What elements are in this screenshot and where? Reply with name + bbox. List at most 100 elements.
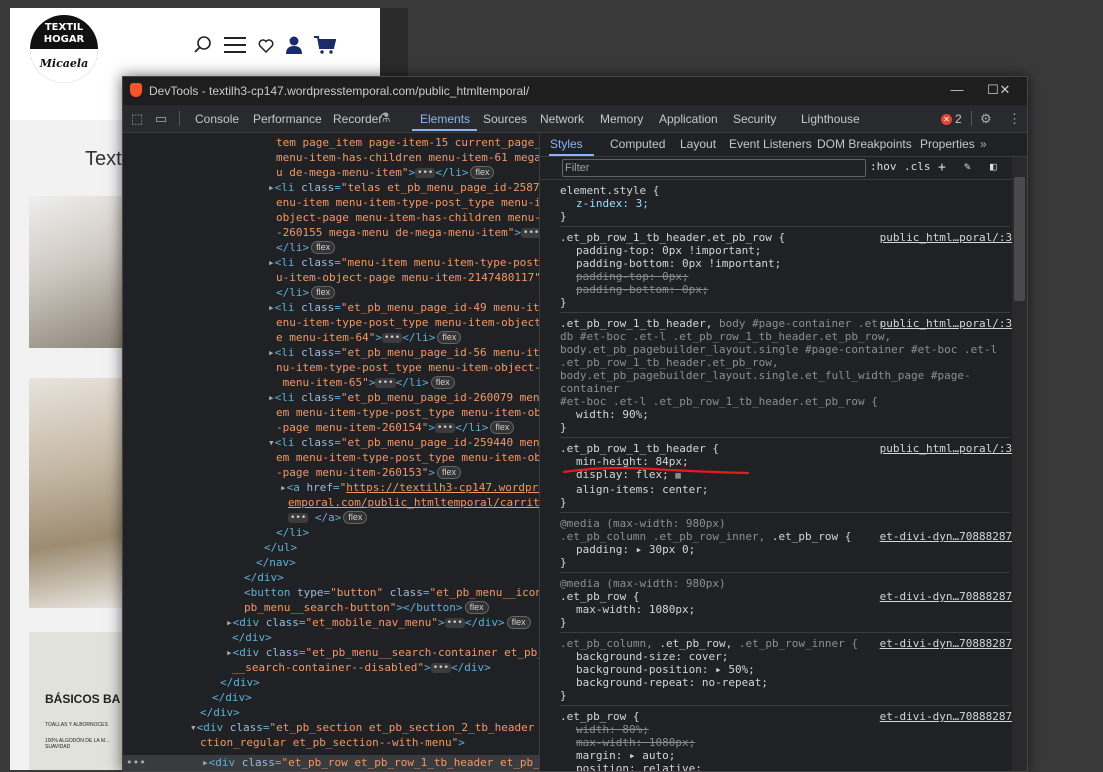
hov-toggle[interactable]: :hov (870, 160, 897, 173)
dom-node[interactable]: ▸<li class="menu-item menu-item-type-pos… (268, 255, 539, 270)
style-declaration[interactable]: padding: ▸ 30px 0; (560, 543, 1010, 556)
tab-network[interactable]: Network (540, 112, 584, 126)
tab-properties[interactable]: Properties (920, 137, 975, 151)
dom-node[interactable]: ▾<div class="et_pb_section et_pb_section… (190, 720, 539, 735)
styles-tab-underline (549, 154, 594, 156)
tab-elements[interactable]: Elements (420, 112, 470, 126)
inspect-element-icon[interactable]: ⬚ (131, 111, 143, 127)
recorder-flask-icon: ⚗ (379, 110, 391, 125)
style-rule-element[interactable]: element.style { z-index: 3; } (560, 180, 1010, 227)
brave-logo-icon (130, 83, 142, 97)
style-rule[interactable]: @media (max-width: 980px) .et_pb_row { e… (560, 573, 1027, 633)
toggle-sidebar-icon[interactable]: ◧ (990, 160, 997, 173)
promo-line-2: 100% ALGODÓN DE LA M... SUAVIDAD (45, 738, 110, 750)
style-rule[interactable]: @media (max-width: 980px) .et_pb_column … (560, 513, 1027, 573)
devtools-titlebar[interactable]: DevTools - textilh3-cp147.wordpresstempo… (123, 77, 1027, 105)
rule-source-link[interactable]: public_html…poral/:3834 (880, 231, 1027, 244)
tab-security[interactable]: Security (733, 112, 776, 126)
style-rule[interactable]: .et_pb_row { et-divi-dyn…708882871:1 wid… (560, 706, 1027, 771)
style-declaration[interactable]: max-width: 1080px; (560, 603, 1010, 616)
styles-scrollbar-thumb[interactable] (1014, 177, 1025, 301)
dom-node-link[interactable]: ▸<a href="https://textilh3-cp147.wordpre… (280, 480, 539, 495)
cls-toggle[interactable]: .cls (904, 160, 931, 173)
new-rule-plus-icon[interactable]: + (938, 160, 946, 175)
elements-dom-tree[interactable]: tem page_item page-item-15 current_page_… (123, 133, 539, 771)
tab-styles[interactable]: Styles (550, 137, 583, 151)
rule-source-link[interactable]: et-divi-dyn…708882871:1 (880, 637, 1027, 650)
tab-event-listeners[interactable]: Event Listeners (729, 137, 812, 151)
dom-node[interactable]: ▸<li class="et_pb_menu_page_id-260079 me… (268, 390, 539, 405)
device-toolbar-icon[interactable]: ▭ (155, 111, 167, 127)
product-image-2[interactable] (29, 378, 124, 608)
styles-panel: Styles Computed Layout Event Listeners D… (540, 133, 1027, 771)
style-declaration-overridden[interactable]: width: 80%; (560, 723, 1010, 736)
style-declaration-overridden[interactable]: padding-top: 0px; (560, 270, 1010, 283)
rule-source-link[interactable]: et-divi-dyn…708882871:1 (880, 590, 1027, 603)
style-declaration[interactable]: padding-bottom: 0px !important; (560, 257, 1010, 270)
product-image-1[interactable] (29, 196, 124, 348)
red-underline-annotation (562, 466, 750, 475)
more-options-icon[interactable]: ⋮ (1008, 111, 1021, 127)
close-icon[interactable]: ✕ (995, 81, 1015, 99)
tab-sources[interactable]: Sources (483, 112, 527, 126)
styles-rules-list: element.style { z-index: 3; } .et_pb_row… (560, 180, 1027, 771)
more-tabs-icon[interactable]: » (980, 137, 987, 151)
rule-source-link[interactable]: public_html…poral/:3834 (880, 317, 1027, 330)
error-icon[interactable]: ✕ (941, 114, 952, 125)
dom-node[interactable]: u de-mega-menu-item"> ••• </li> flex (276, 165, 495, 180)
style-declaration[interactable]: background-size: cover; (560, 650, 1010, 663)
styles-subtabs: Styles Computed Layout Event Listeners D… (540, 133, 1027, 157)
tab-layout[interactable]: Layout (680, 137, 716, 151)
tab-memory[interactable]: Memory (600, 112, 643, 126)
dom-node[interactable]: ▸<div class="et_mobile_nav_menu"> ••• </di… (226, 615, 531, 630)
tab-console[interactable]: Console (195, 112, 239, 126)
style-declaration-overridden[interactable]: padding-bottom: 0px; (560, 283, 1010, 296)
style-declaration-overridden[interactable]: max-width: 1080px; (560, 736, 1010, 749)
tab-application[interactable]: Application (659, 112, 718, 126)
heart-icon[interactable] (258, 38, 274, 57)
styles-filter-row: Filter :hov .cls + ✎ ◧ (540, 157, 1027, 180)
tab-dom-breakpoints[interactable]: DOM Breakpoints (817, 137, 912, 151)
style-declaration[interactable]: margin: ▸ auto; (560, 749, 1010, 762)
style-rule[interactable]: .et_pb_row_1_tb_header, body #page-conta… (560, 313, 1027, 438)
settings-gear-icon[interactable]: ⚙ (980, 111, 992, 127)
tab-computed[interactable]: Computed (610, 137, 665, 151)
dom-node[interactable]: ▸<li class="et_pb_menu_page_id-49 menu-i… (268, 300, 539, 315)
cart-icon[interactable] (314, 36, 337, 58)
menu-icon[interactable] (224, 37, 246, 57)
active-tab-underline (412, 129, 477, 131)
rule-source-link[interactable]: et-divi-dyn…708882871:1 (880, 530, 1027, 543)
dom-node[interactable]: ▸<div class="et_pb_menu__search-containe… (226, 645, 539, 660)
site-header-icons (194, 36, 337, 58)
dom-node[interactable]: ▸<li class="et_pb_menu_page_id-56 menu-i… (268, 345, 539, 360)
styles-filter-input[interactable]: Filter (562, 159, 866, 177)
tab-recorder[interactable]: Recorder (333, 112, 382, 126)
style-declaration[interactable]: width: 90%; (560, 408, 1010, 421)
style-declaration[interactable]: background-position: ▸ 50%; (560, 663, 1010, 676)
minimize-button[interactable] (949, 81, 969, 99)
user-icon[interactable] (286, 36, 302, 58)
window-title: DevTools - textilh3-cp147.wordpresstempo… (149, 84, 530, 98)
site-logo[interactable]: TEXTIL HOGAR Micaela (30, 15, 98, 83)
style-rule-highlighted[interactable]: .et_pb_row_1_tb_header { public_html…por… (560, 438, 1027, 513)
style-declaration[interactable]: z-index: 3; (560, 197, 1010, 210)
tab-lighthouse[interactable]: Lighthouse (801, 112, 860, 126)
paint-brush-icon[interactable]: ✎ (964, 160, 971, 173)
promo-line-1: TOALLAS Y ALBORNOCES (45, 722, 108, 728)
dom-node-selected[interactable]: ▸<div class="et_pb_row et_pb_row_1_tb_he… (202, 755, 539, 770)
promo-banner[interactable]: BÁSICOS BA TOALLAS Y ALBORNOCES 100% ALG… (29, 632, 124, 770)
rule-source-link[interactable]: et-divi-dyn…708882871:1 (880, 710, 1027, 723)
rule-source-link[interactable]: public_html…poral/:3834 (880, 442, 1027, 455)
search-icon[interactable] (194, 36, 212, 58)
dom-node[interactable]: ▾<li class="et_pb_menu_page_id-259440 me… (268, 435, 539, 450)
style-declaration[interactable]: align-items: center; (560, 483, 1010, 496)
style-rule[interactable]: .et_pb_row_1_tb_header.et_pb_row { publi… (560, 227, 1027, 313)
error-count[interactable]: 2 (955, 112, 962, 126)
dom-node[interactable]: ▸<li class="telas et_pb_menu_page_id-258… (268, 180, 539, 195)
tab-performance[interactable]: Performance (253, 112, 322, 126)
style-rule[interactable]: .et_pb_column, .et_pb_row, .et_pb_row_in… (560, 633, 1027, 706)
devtools-window: DevTools - textilh3-cp147.wordpresstempo… (122, 76, 1028, 772)
dom-node[interactable]: <button type="button" class="et_pb_menu_… (244, 585, 539, 600)
style-declaration[interactable]: padding-top: 0px !important; (560, 244, 1010, 257)
style-declaration[interactable]: background-repeat: no-repeat; (560, 676, 1010, 689)
